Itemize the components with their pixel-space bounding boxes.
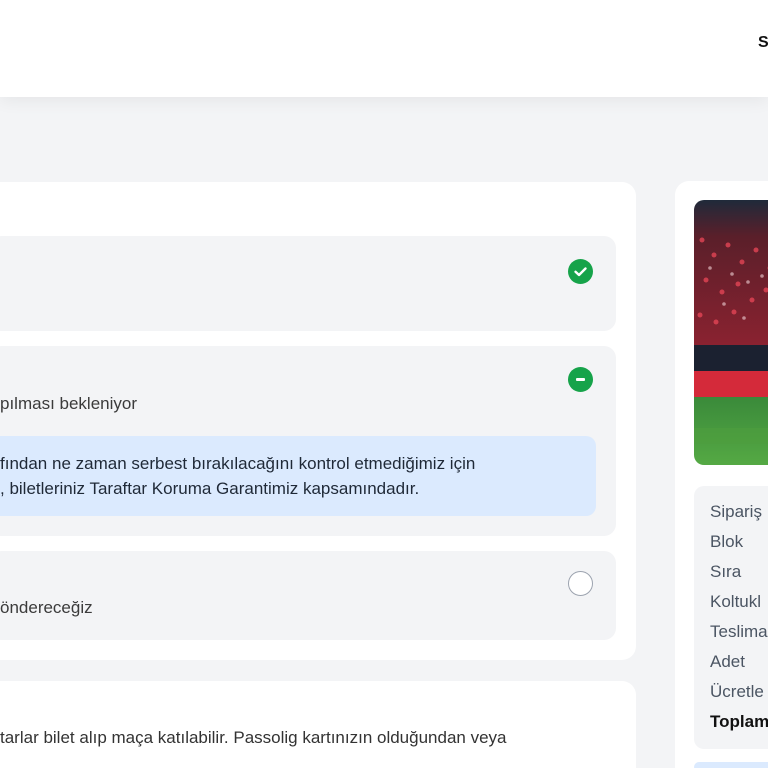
info-banner-edge [694, 762, 768, 768]
seats-label: Koltukl [710, 592, 762, 611]
step-waiting-text: pılması bekleniyor [0, 394, 138, 413]
info-text-line-1: fından ne zaman serbest bırakılacağını k… [0, 454, 476, 473]
fees-label: Ücretle [710, 682, 764, 701]
check-circle-icon [568, 259, 593, 284]
quantity-label: Adet [710, 652, 745, 671]
info-text-line-2: , biletleriniz Taraftar Koruma Garantimi… [0, 479, 420, 498]
status-step-completed [0, 236, 616, 331]
order-details-panel [694, 486, 768, 749]
stadium-image [694, 200, 768, 465]
empty-circle-icon [568, 571, 593, 596]
delivery-label: Teslima [710, 622, 768, 641]
step-send-text: öndereceğiz [0, 598, 93, 617]
total-label: Toplam [710, 712, 768, 731]
minus-circle-icon [568, 367, 593, 392]
block-label: Blok [710, 532, 744, 551]
top-navigation-bar: S [0, 0, 768, 97]
row-label: Sıra [710, 562, 742, 581]
order-number-label: Sipariş [710, 502, 762, 521]
header-text[interactable]: S [758, 34, 768, 52]
guarantee-info-box [0, 436, 596, 516]
status-step-pending [0, 551, 616, 640]
passolig-info-text: tarlar bilet alıp maça katılabilir. Pass… [0, 728, 507, 747]
passolig-info-card [0, 681, 636, 768]
